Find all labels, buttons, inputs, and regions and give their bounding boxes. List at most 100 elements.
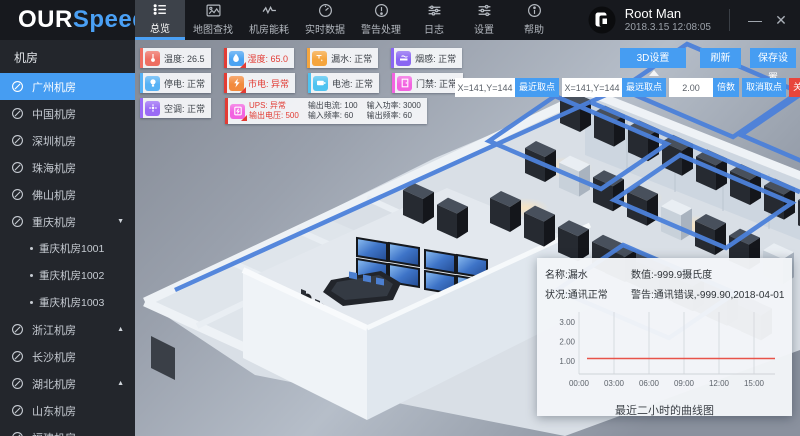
badge-row-1: 温度: 26.5 湿度: 65.0 漏水: 正常 烟感: 正常 xyxy=(140,48,463,68)
svg-text:3.00: 3.00 xyxy=(559,318,575,327)
status-badge-temperature: 温度: 26.5 xyxy=(140,48,211,68)
sensor-status-label: 状况:通讯正常 xyxy=(545,286,631,301)
sidebar-item-hubei[interactable]: 湖北机房▲ xyxy=(0,370,135,397)
badge-row-2: 停电: 正常市电: 异常电池: 正常门禁: 正常 xyxy=(140,73,463,93)
nav-item-logs[interactable]: 日志 xyxy=(409,0,459,40)
nav-item-label: 设置 xyxy=(474,21,494,36)
scale-factor-button[interactable]: 倍数 xyxy=(713,78,739,97)
panel-caret xyxy=(649,70,659,76)
user-block: Root Man 2018.3.15 12:08:05 — ✕ xyxy=(588,0,800,40)
window-controls-divider xyxy=(729,9,730,31)
status-badge-smoke-sensor: 烟感: 正常 xyxy=(391,48,462,68)
nearest-point-input[interactable] xyxy=(455,78,515,97)
sidebar-item-chongqing-1002[interactable]: 重庆机房1002 xyxy=(0,262,135,289)
sidebar-item-label: 山东机房 xyxy=(32,403,76,419)
nav-item-alert-handling[interactable]: 警告处理 xyxy=(353,0,409,40)
status-badge-door-access: 门禁: 正常 xyxy=(392,73,463,93)
badge-text: 温度: 26.5 xyxy=(164,52,205,65)
chevron-up-icon: ▲ xyxy=(117,380,124,387)
svg-text:09:00: 09:00 xyxy=(674,379,695,388)
farthest-point-input[interactable] xyxy=(562,78,622,97)
sidebar-item-list: 广州机房中国机房深圳机房珠海机房佛山机房重庆机房▼重庆机房1001 重庆机房100… xyxy=(0,73,135,436)
sidebar-item-label: 长沙机房 xyxy=(32,349,76,365)
minimize-button[interactable]: — xyxy=(742,0,768,40)
sensor-warning-label: 警告:通讯错误,-999.90,2018-04-01 10:32:58 xyxy=(631,286,784,301)
gauge-icon xyxy=(11,107,24,120)
badge-row-3: 空调: 正常 UPS: 异常输出电压: 500 输出电流: 100输入频率: 60 输… xyxy=(140,98,463,124)
realtime-icon xyxy=(318,3,333,18)
alert-mark-icon xyxy=(241,115,247,121)
nav-item-settings[interactable]: 设置 xyxy=(459,0,509,40)
nav-item-map-search[interactable]: 地图查找 xyxy=(185,0,241,40)
status-badge-mains-power: 市电: 异常 xyxy=(224,73,295,93)
sidebar-item-chongqing[interactable]: 重庆机房▼ xyxy=(0,208,135,235)
nav-item-overview[interactable]: 总览 xyxy=(135,0,185,40)
datetime-label: 2018.3.15 12:08:05 xyxy=(625,22,711,35)
ups-detail-column: 输出电流: 100输入频率: 60 xyxy=(308,101,358,121)
log-icon xyxy=(427,3,442,18)
nav-item-label: 总览 xyxy=(150,20,170,35)
status-badges: 温度: 26.5湿度: 65.0漏水: 正常烟感: 正常 停电: 正常市电: 异… xyxy=(140,48,463,129)
badge-text: 电池: 正常 xyxy=(332,77,373,90)
gauge-icon xyxy=(11,134,24,147)
svg-text:12:00: 12:00 xyxy=(709,379,730,388)
nav-item-room-energy[interactable]: 机房能耗 xyxy=(241,0,297,40)
bullet-icon xyxy=(30,301,33,304)
sensor-value-label: 数值:-999.9摄氏度 xyxy=(631,266,784,281)
sidebar-item-shandong[interactable]: 山东机房 xyxy=(0,397,135,424)
save-settings-button[interactable]: 保存设置 xyxy=(750,48,796,68)
help-icon xyxy=(527,3,542,18)
cancel-picking-button[interactable]: 取消取点 xyxy=(742,78,786,97)
badge-text: 漏水: 正常 xyxy=(331,52,372,65)
gauge-icon xyxy=(11,80,24,93)
farthest-point-button[interactable]: 最远取点 xyxy=(622,78,666,97)
status-badge-humidity: 湿度: 65.0 xyxy=(224,48,295,68)
sidebar-item-chongqing-1003[interactable]: 重庆机房1003 xyxy=(0,289,135,316)
scale-factor-input[interactable] xyxy=(669,78,713,97)
close-settings-button[interactable]: 关闭设置 xyxy=(789,78,800,97)
svg-text:06:00: 06:00 xyxy=(639,379,660,388)
nearest-point-button[interactable]: 最近取点 xyxy=(515,78,559,97)
sidebar-item-zhongguo[interactable]: 中国机房 xyxy=(0,100,135,127)
sidebar-item-chongqing-1001[interactable]: 重庆机房1001 xyxy=(0,235,135,262)
nav-item-realtime-data[interactable]: 实时数据 xyxy=(297,0,353,40)
badge-text: 市电: 异常 xyxy=(248,77,289,90)
ups-icon xyxy=(230,104,245,119)
sidebar-item-label: 佛山机房 xyxy=(32,187,76,203)
status-badge-air-conditioner: 空调: 正常 xyxy=(140,98,211,118)
gauge-icon xyxy=(11,161,24,174)
sidebar-item-zhuhai[interactable]: 珠海机房 xyxy=(0,154,135,181)
user-avatar[interactable] xyxy=(588,6,616,34)
sidebar-item-foshan[interactable]: 佛山机房 xyxy=(0,181,135,208)
nav-item-help[interactable]: 帮助 xyxy=(509,0,559,40)
svg-text:00:00: 00:00 xyxy=(569,379,590,388)
user-name: Root Man xyxy=(625,6,711,22)
sidebar-item-shenzhen[interactable]: 深圳机房 xyxy=(0,127,135,154)
app-logo: OURSpeed xyxy=(0,0,135,40)
sidebar-item-zhejiang[interactable]: 浙江机房▲ xyxy=(0,316,135,343)
sidebar-item-changsha[interactable]: 长沙机房 xyxy=(0,343,135,370)
energy-icon xyxy=(262,3,277,18)
status-badge-ups: UPS: 异常输出电压: 500 输出电流: 100输入频率: 60 输入功率: 3… xyxy=(225,98,427,124)
smoke-icon xyxy=(396,51,411,66)
close-button[interactable]: ✕ xyxy=(768,0,794,40)
sidebar-item-label: 重庆机房1002 xyxy=(39,268,104,283)
nav-item-label: 警告处理 xyxy=(361,21,401,36)
overview-icon xyxy=(153,2,168,17)
sidebar-item-fujian[interactable]: 福建机房 xyxy=(0,424,135,436)
gauge-icon xyxy=(11,377,24,390)
badge-text: 湿度: 65.0 xyxy=(248,52,289,65)
ups-detail-column: 输入功率: 3000输出频率: 60 xyxy=(367,101,421,121)
gauge-icon xyxy=(11,188,24,201)
ups-detail-column: UPS: 异常输出电压: 500 xyxy=(249,101,299,121)
3d-settings-button[interactable]: 3D设置 xyxy=(620,48,686,68)
sidebar-item-label: 广州机房 xyxy=(32,79,76,95)
svg-text:1.00: 1.00 xyxy=(559,357,575,366)
lightning-icon xyxy=(229,76,244,91)
refresh-button[interactable]: 刷新 xyxy=(700,48,741,68)
bullet-icon xyxy=(30,274,33,277)
leak-icon xyxy=(312,51,327,66)
status-badge-water-leak: 漏水: 正常 xyxy=(307,48,378,68)
sidebar-item-guangzhou[interactable]: 广州机房 xyxy=(0,73,135,100)
sensor-history-chart: 00:0003:0006:0009:0012:0015:003.002.001.… xyxy=(545,306,784,396)
